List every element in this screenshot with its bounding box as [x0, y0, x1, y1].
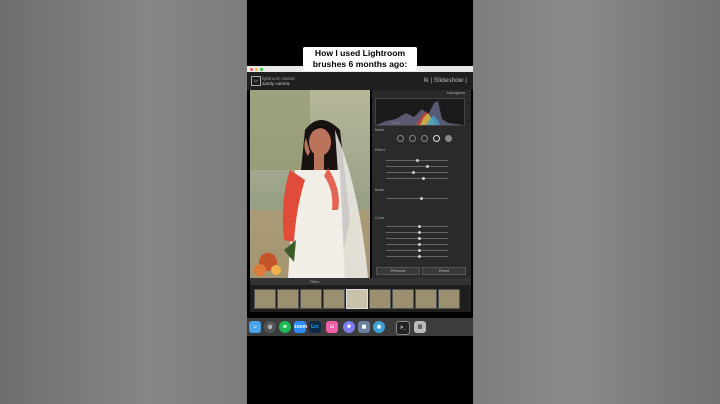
- filmstrip-thumbnail[interactable]: [438, 289, 460, 309]
- slider-knob[interactable]: [426, 165, 429, 168]
- slider-highlights[interactable]: [386, 225, 448, 228]
- previous-button[interactable]: Previous: [376, 267, 420, 275]
- trash-icon[interactable]: ▥: [414, 321, 426, 333]
- histogram-graph: [376, 101, 464, 125]
- section-color-label: Color: [375, 216, 385, 220]
- slider-temp[interactable]: [386, 159, 448, 162]
- slider-knob[interactable]: [418, 249, 421, 252]
- lightroom-icon[interactable]: Lrc: [309, 321, 321, 333]
- slider-knob[interactable]: [418, 225, 421, 228]
- caption-line-1: How I used Lightroom: [314, 48, 406, 58]
- mask-tool-icon[interactable]: [433, 135, 440, 142]
- filmstrip-thumbnail[interactable]: [392, 289, 414, 309]
- slider-whites[interactable]: [386, 237, 448, 240]
- finder-icon[interactable]: ☺: [249, 321, 261, 333]
- tool-strip: [375, 134, 465, 142]
- blurred-background-left: [0, 0, 247, 404]
- histogram-label: Histogram: [446, 90, 465, 95]
- zoom-dot[interactable]: [260, 67, 263, 71]
- slider-knob[interactable]: [422, 177, 425, 180]
- filter-label[interactable]: Filter:: [310, 279, 320, 284]
- facetime-icon[interactable]: ▭: [326, 321, 338, 333]
- photo-preview[interactable]: [250, 90, 370, 278]
- histogram-readout: ▪ ▪ ▪ ▪: [392, 121, 400, 125]
- macos-dock: ☺ ◎ ≋ zoom Lrc ▭ ✹ ▦ ◉ >_ ▥: [247, 318, 473, 336]
- slider-knob[interactable]: [412, 171, 415, 174]
- section-basic-label: Basic: [375, 188, 385, 192]
- settings-icon[interactable]: ✹: [343, 321, 355, 333]
- bride-photo-image: [250, 90, 370, 278]
- filmstrip-thumbnail[interactable]: [254, 289, 276, 309]
- crop-tool-icon[interactable]: [397, 135, 404, 142]
- develop-panel: Histogram ▪ ▪ ▪ ▪ Mask Effect Basic Colo…: [372, 90, 471, 278]
- section-effect-label: Effect: [375, 148, 385, 152]
- close-dot[interactable]: [250, 67, 253, 71]
- slider-knob[interactable]: [418, 243, 421, 246]
- filmstrip-thumbnail[interactable]: [300, 289, 322, 309]
- lightroom-header: Lr lightroom classic sandy carrera lk | …: [247, 72, 473, 90]
- reset-button[interactable]: Reset: [422, 267, 466, 275]
- brush-tool-icon[interactable]: [445, 135, 452, 142]
- slider-knob[interactable]: [418, 255, 421, 258]
- spotify-icon[interactable]: ≋: [279, 321, 291, 333]
- terminal-icon[interactable]: >_: [396, 321, 410, 335]
- lightroom-logo-icon: Lr: [251, 76, 261, 86]
- preview-icon[interactable]: ◉: [373, 321, 385, 333]
- photos-icon[interactable]: ▦: [358, 321, 370, 333]
- slider-knob[interactable]: [418, 237, 421, 240]
- section-mask-label: Mask: [375, 128, 385, 132]
- filmstrip-thumbnail[interactable]: [277, 289, 299, 309]
- filmstrip-thumbnail[interactable]: [323, 289, 345, 309]
- slider-blacks[interactable]: [386, 243, 448, 246]
- slider-knob[interactable]: [420, 197, 423, 200]
- video-frame: How I used Lightroom brushes 6 months ag…: [247, 0, 473, 404]
- filmstrip-thumbnail[interactable]: [369, 289, 391, 309]
- filmstrip-toolbar: Filter:: [250, 278, 471, 285]
- caption-line-2: brushes 6 months ago:: [312, 58, 408, 69]
- heal-tool-icon[interactable]: [409, 135, 416, 142]
- slider-knob[interactable]: [416, 159, 419, 162]
- chrome-icon[interactable]: ◎: [264, 321, 276, 333]
- blurred-background-right: [473, 0, 720, 404]
- slider-shadows[interactable]: [386, 231, 448, 234]
- slider-contrast[interactable]: [386, 177, 448, 180]
- redeye-tool-icon[interactable]: [421, 135, 428, 142]
- zoom-icon[interactable]: zoom: [294, 321, 307, 333]
- slider-clarity[interactable]: [386, 255, 448, 258]
- filmstrip-thumbnail[interactable]: [415, 289, 437, 309]
- histogram: [375, 98, 465, 126]
- slider-exposure[interactable]: [386, 171, 448, 174]
- filmstrip-thumbnail-selected[interactable]: [346, 289, 368, 309]
- identity-line-2: sandy carrera: [262, 81, 290, 86]
- filmstrip: [250, 285, 471, 312]
- slider-knob[interactable]: [418, 231, 421, 234]
- slider-tint[interactable]: [386, 165, 448, 168]
- slider-texture[interactable]: [386, 249, 448, 252]
- video-caption: How I used Lightroom brushes 6 months ag…: [303, 47, 417, 71]
- identity-plate: lightroom classic sandy carrera: [262, 76, 295, 86]
- slider-amount[interactable]: [386, 197, 448, 200]
- module-picker[interactable]: lk | Slideshow |: [424, 77, 467, 84]
- minimize-dot[interactable]: [255, 67, 258, 71]
